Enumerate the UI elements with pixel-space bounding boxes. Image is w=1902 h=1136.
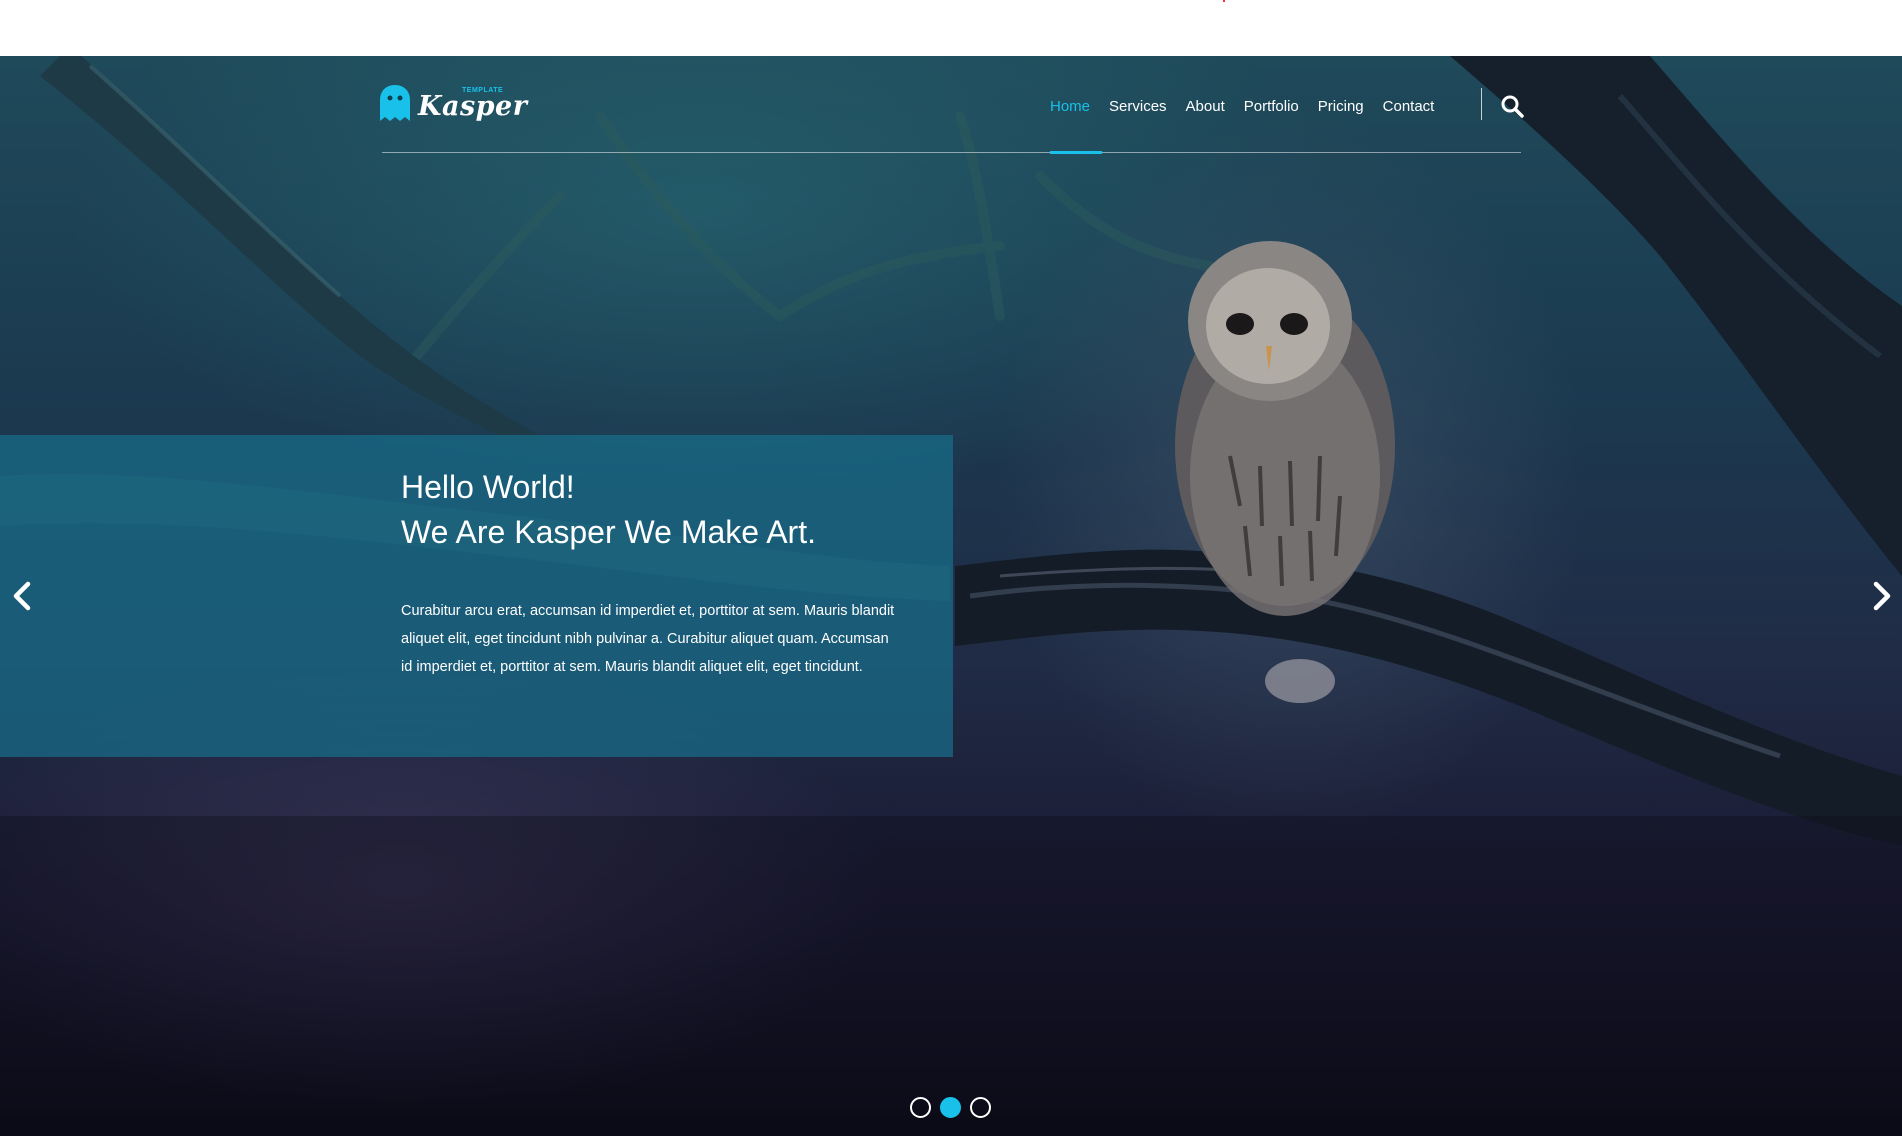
search-icon[interactable]: [1500, 94, 1524, 118]
nav-item-services[interactable]: Services: [1109, 92, 1167, 122]
slide-heading-line1: Hello World!: [401, 469, 575, 505]
slide-caption: Hello World! We Are Kasper We Make Art. …: [0, 435, 953, 757]
nav-item-portfolio[interactable]: Portfolio: [1244, 92, 1299, 122]
browser-top-area: [0, 0, 1902, 56]
nav-item-contact[interactable]: Contact: [1383, 92, 1435, 122]
nav-item-about[interactable]: About: [1186, 92, 1225, 122]
slider-dot-active[interactable]: [940, 1097, 961, 1118]
nav-active-indicator: [1050, 151, 1102, 154]
slider-dot[interactable]: [910, 1097, 931, 1118]
red-dot: [1223, 0, 1225, 2]
slider-pagination: [910, 1097, 991, 1118]
site-logo[interactable]: TEMPLATE Kasper: [380, 83, 527, 123]
nav-item-home[interactable]: Home: [1050, 92, 1090, 122]
nav-underline-rule: [382, 152, 1521, 153]
slider-dot[interactable]: [970, 1097, 991, 1118]
nav-divider: [1481, 88, 1482, 120]
hero-slider: TEMPLATE Kasper Home Services About Port…: [0, 56, 1902, 1136]
nav-item-pricing[interactable]: Pricing: [1318, 92, 1364, 122]
chevron-right-icon[interactable]: [1866, 576, 1896, 616]
main-nav: Home Services About Portfolio Pricing Co…: [1050, 92, 1453, 122]
logo-wordmark: Kasper: [418, 91, 528, 122]
ghost-icon: [380, 85, 410, 121]
chevron-left-icon[interactable]: [8, 576, 38, 616]
slide-body-text: Curabitur arcu erat, accumsan id imperdi…: [401, 603, 895, 675]
slide-heading-line2: We Are Kasper We Make Art.: [401, 514, 816, 550]
